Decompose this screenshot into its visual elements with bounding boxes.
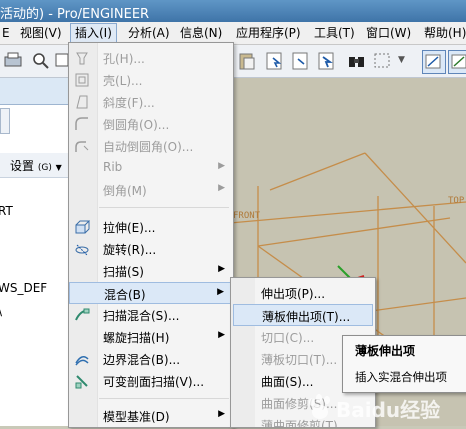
tooltip: 薄板伸出项 插入实混合伸出项 (342, 335, 466, 393)
menu-item-hole[interactable]: 孔(H)... (69, 47, 233, 69)
menu-edit[interactable]: E (0, 24, 14, 42)
menu-separator (99, 207, 229, 208)
submenu-arrow-icon: ▶ (218, 183, 225, 193)
menu-analysis[interactable]: 分析(A) (124, 24, 174, 42)
submenu-arrow-icon: ▶ (217, 287, 224, 297)
menu-item-model-datum[interactable]: 模型基准(D) ▶ (69, 405, 233, 427)
swept-blend-icon (75, 308, 90, 321)
menu-insert[interactable]: 插入(I) (70, 23, 117, 43)
menu-tools[interactable]: 工具(T) (310, 24, 359, 42)
revolve-icon (75, 244, 89, 256)
menu-item-shell[interactable]: 壳(L)... (69, 69, 233, 91)
menu-item-label: 拉伸(E)... (103, 221, 156, 235)
watermark-text: Baidu经验 (336, 398, 441, 422)
menu-item-draft[interactable]: 斜度(F)... (69, 91, 233, 113)
model-tree-panel: 设置 (G) ▼ RT WS_DEF \ (0, 78, 68, 426)
menu-item-label: 螺旋扫描(H) (103, 331, 170, 345)
menu-item-round[interactable]: 倒圆角(O)... (69, 113, 233, 135)
menu-item-label: 孔(H)... (103, 52, 145, 66)
menu-item-sweep[interactable]: 扫描(S) ▶ (69, 260, 233, 282)
regenerate-arrow-icon[interactable] (316, 50, 338, 72)
menu-item-label: 切口(C)... (261, 331, 315, 345)
menu-item-label: 倒角(M) (103, 184, 147, 198)
menu-item-helical-sweep[interactable]: 螺旋扫描(H) ▶ (69, 326, 233, 348)
menu-item-label: 混合(B) (104, 288, 146, 302)
menu-item-boundary-blend[interactable]: 边界混合(B)... (69, 348, 233, 370)
menu-info[interactable]: 信息(N) (176, 24, 226, 42)
tree-item[interactable]: \ (0, 304, 2, 318)
boundary-blend-icon (75, 356, 89, 366)
auto-round-icon (75, 141, 89, 152)
menu-item-label: 自动倒圆角(O)... (103, 140, 194, 154)
paste-icon[interactable] (236, 50, 258, 72)
menu-item-label: 薄板切口(T)... (261, 353, 338, 367)
regenerate-manager-icon[interactable] (290, 50, 312, 72)
submenu-item-protrusion[interactable]: 伸出项(P)... (233, 282, 373, 304)
datum-plane-icon[interactable] (422, 50, 446, 74)
submenu-arrow-icon: ▶ (218, 409, 225, 419)
search-icon[interactable] (30, 50, 52, 72)
datum-axis-icon[interactable] (448, 50, 466, 74)
menu-item-auto-round[interactable]: 自动倒圆角(O)... (69, 135, 233, 157)
settings-bar: 设置 (G) ▼ (0, 153, 68, 178)
menu-help[interactable]: 帮助(H) (420, 24, 466, 42)
menu-window[interactable]: 窗口(W) (362, 24, 415, 42)
menu-item-label: 壳(L)... (103, 74, 143, 88)
navigator-tab[interactable] (0, 108, 10, 134)
variable-sweep-icon (75, 375, 88, 389)
datum-label-top: TOP (448, 196, 465, 206)
shell-icon (75, 73, 89, 87)
menu-item-label: 旋转(R)... (103, 243, 157, 257)
tree-item[interactable]: RT (0, 204, 13, 218)
menu-separator (99, 398, 229, 399)
submenu-arrow-icon: ▶ (218, 330, 225, 340)
menu-applications[interactable]: 应用程序(P) (232, 24, 305, 42)
menu-item-label: 扫描混合(S)... (103, 309, 180, 323)
menu-item-label: Rib (103, 160, 123, 174)
menu-item-label: 斜度(F)... (103, 96, 155, 110)
menu-item-revolve[interactable]: 旋转(R)... (69, 238, 233, 260)
menu-item-rib[interactable]: Rib ▶ (69, 157, 233, 179)
menu-item-chamfer[interactable]: 倒角(M) ▶ (69, 179, 233, 201)
print-icon[interactable] (2, 50, 24, 72)
menu-view[interactable]: 视图(V) (16, 24, 66, 42)
binoculars-icon[interactable] (346, 50, 368, 72)
hole-icon (76, 52, 88, 65)
regenerate-icon[interactable] (264, 50, 286, 72)
insert-menu-dropdown: 孔(H)... 壳(L)... 斜度(F)... 倒圆角(O)... 自动倒圆角… (68, 42, 234, 428)
chevron-down-icon: ▼ (55, 163, 62, 172)
menu-item-label: 伸出项(P)... (261, 287, 326, 301)
submenu-arrow-icon: ▶ (218, 161, 225, 171)
extrude-icon (75, 220, 90, 234)
menu-item-label: 可变剖面扫描(V)... (103, 375, 205, 389)
tooltip-title: 薄板伸出项 (355, 344, 416, 358)
menu-item-blend[interactable]: 混合(B) ▶ (69, 282, 233, 304)
submenu-arrow-icon: ▶ (218, 264, 225, 274)
submenu-item-thin-protrusion[interactable]: 薄板伸出项(T)... (233, 304, 373, 326)
tooltip-description: 插入实混合伸出项 (355, 370, 447, 384)
datum-label-front: FRONT (233, 211, 261, 221)
settings-shortcut: (G) (37, 163, 52, 173)
draft-icon (76, 95, 88, 109)
navigator-header (0, 78, 68, 105)
selection-box-icon[interactable] (372, 50, 394, 72)
title-bar: 活动的) - Pro/ENGINEER (0, 0, 466, 22)
settings-button[interactable]: 设置 (G) ▼ (10, 157, 62, 174)
watermark-logo: Baidu经验 (300, 388, 466, 426)
menu-item-swept-blend[interactable]: 扫描混合(S)... (69, 304, 233, 326)
menu-item-label: 边界混合(B)... (103, 353, 181, 367)
menu-item-label: 扫描(S) (103, 265, 144, 279)
menu-item-label: 模型基准(D) (103, 410, 170, 424)
tree-item[interactable]: WS_DEF (0, 281, 47, 295)
menu-item-extrude[interactable]: 拉伸(E)... (69, 216, 233, 238)
round-icon (75, 117, 88, 130)
settings-label: 设置 (10, 159, 35, 173)
menu-item-label: 倒圆角(O)... (103, 118, 170, 132)
menu-item-label: 薄板伸出项(T)... (262, 310, 351, 324)
window-title: 活动的) - Pro/ENGINEER (0, 7, 150, 22)
menu-item-variable-section-sweep[interactable]: 可变剖面扫描(V)... (69, 370, 233, 392)
chevron-down-icon[interactable]: ▼ (398, 55, 405, 65)
